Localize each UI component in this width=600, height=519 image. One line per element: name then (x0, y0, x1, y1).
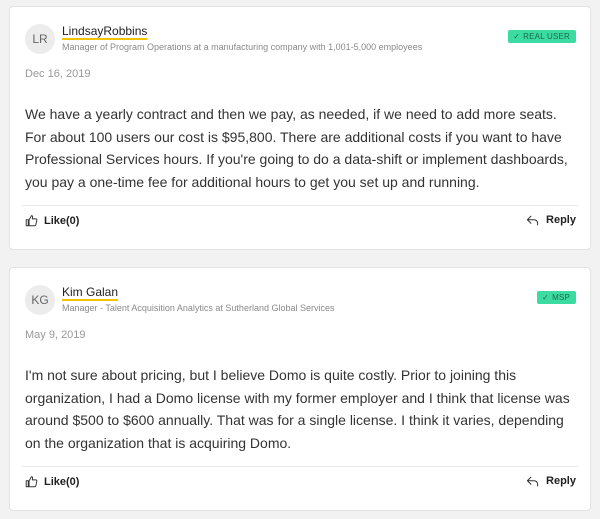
reviewer-name[interactable]: Kim Galan (62, 285, 118, 299)
badge-label: MSP (552, 293, 570, 302)
reply-button[interactable]: Reply (526, 214, 576, 226)
like-label: Like(0) (44, 214, 80, 227)
reviewer-role: Manager of Program Operations at a manuf… (62, 42, 423, 52)
review-text: We have a yearly contract and then we pa… (25, 106, 568, 190)
thumbs-up-icon (25, 476, 38, 488)
reviewer-name[interactable]: LindsayRobbins (62, 24, 147, 38)
check-icon: ✓ (542, 293, 550, 302)
review-text: I'm not sure about pricing, but I believ… (25, 367, 570, 451)
like-button[interactable]: Like(0) (25, 214, 79, 227)
review-card: KG Kim Galan Manager - Talent Acquisitio… (9, 267, 591, 511)
like-button[interactable]: Like(0) (25, 475, 79, 488)
reply-icon (526, 215, 539, 225)
reply-label: Reply (546, 214, 576, 226)
review-date: May 9, 2019 (25, 329, 86, 341)
badge-label: REAL USER (523, 32, 570, 41)
divider (22, 466, 578, 467)
divider (22, 205, 578, 206)
reviewer-role: Manager - Talent Acquisition Analytics a… (62, 303, 335, 313)
reply-icon (526, 476, 539, 486)
avatar: KG (25, 285, 55, 315)
review-card: LR LindsayRobbins Manager of Program Ope… (9, 6, 591, 250)
thumbs-up-icon (25, 215, 38, 227)
review-date: Dec 16, 2019 (25, 68, 91, 80)
check-icon: ✓ (513, 32, 521, 41)
avatar: LR (25, 24, 55, 54)
real-user-badge: ✓ REAL USER (508, 30, 576, 43)
like-label: Like(0) (44, 475, 80, 488)
reply-label: Reply (546, 475, 576, 487)
reply-button[interactable]: Reply (526, 475, 576, 487)
msp-badge: ✓ MSP (537, 291, 576, 304)
